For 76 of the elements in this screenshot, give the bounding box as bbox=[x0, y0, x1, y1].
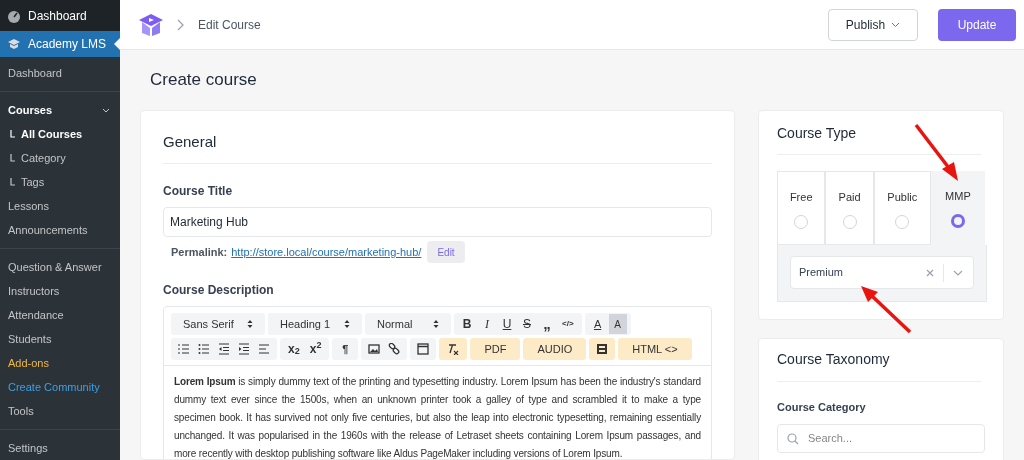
search-icon bbox=[787, 432, 799, 445]
format-dropdown[interactable]: Heading 1 bbox=[268, 313, 362, 335]
menu-item[interactable]: Category bbox=[0, 146, 120, 170]
radio-option[interactable]: Paid bbox=[825, 171, 874, 245]
card-title: Course Taxonomy bbox=[777, 350, 891, 369]
breadcrumb-text: Edit Course bbox=[198, 16, 261, 34]
toolbar-button[interactable]: A bbox=[588, 314, 607, 334]
field-label: Course Title bbox=[163, 183, 234, 200]
radio-option[interactable]: MMP bbox=[930, 171, 985, 245]
outdent-icon bbox=[218, 343, 230, 355]
menu-item[interactable]: Tags bbox=[0, 170, 120, 194]
align-left-icon bbox=[258, 343, 270, 355]
menu-item[interactable]: Lessons bbox=[0, 194, 120, 218]
menu-item[interactable]: Dashboard bbox=[0, 0, 120, 32]
search-field[interactable]: Search... bbox=[777, 423, 985, 453]
radio-button[interactable] bbox=[950, 213, 965, 228]
page-title: Create course bbox=[149, 69, 258, 91]
toolbar-button[interactable]: „ bbox=[538, 314, 556, 334]
menu-item[interactable]: Instructors bbox=[0, 279, 120, 303]
menu-item[interactable]: Settings bbox=[0, 436, 120, 460]
toolbar-button[interactable]: x$_{2}$ bbox=[284, 339, 304, 359]
toolbar-button[interactable]: </> bbox=[558, 314, 578, 334]
menu-item[interactable]: Question & Answer bbox=[0, 255, 120, 279]
numbered-list-icon bbox=[178, 343, 190, 355]
input-field[interactable]: Marketing Hub bbox=[163, 207, 712, 237]
menu-item[interactable]: Dashboard bbox=[0, 61, 120, 85]
menu-item[interactable]: Courses bbox=[0, 98, 120, 122]
card-title: General bbox=[163, 132, 218, 151]
permalink-label: Permalink: bbox=[171, 244, 228, 260]
radio-option[interactable]: Public bbox=[873, 171, 931, 245]
menu-item[interactable]: Students bbox=[0, 327, 120, 351]
rich-text-editor[interactable] bbox=[163, 306, 712, 459]
graduation-cap-icon bbox=[7, 38, 21, 51]
menu-item[interactable]: Add-ons bbox=[0, 351, 120, 375]
toolbar-button[interactable]: x$^{2}$ bbox=[305, 339, 326, 359]
publish-button[interactable]: Publish bbox=[828, 8, 918, 41]
bullet-list-icon bbox=[198, 343, 210, 355]
sort-icon bbox=[247, 319, 253, 329]
format-dropdown[interactable]: Normal bbox=[365, 313, 451, 335]
toolbar-button[interactable]: U bbox=[498, 314, 516, 334]
graduation-cap-icon bbox=[138, 12, 164, 37]
toolbar-button[interactable]: A bbox=[608, 314, 627, 334]
radio-option[interactable]: Free bbox=[777, 171, 826, 245]
menu-item[interactable]: Announcements bbox=[0, 218, 120, 242]
gauge-icon bbox=[7, 8, 21, 23]
table-icon bbox=[417, 343, 430, 355]
menu-item[interactable]: Create Community bbox=[0, 375, 120, 399]
annotation-arrow bbox=[858, 283, 914, 335]
film-icon bbox=[596, 343, 609, 355]
plan-select[interactable]: Premium bbox=[790, 256, 974, 289]
edit-button[interactable]: Edit bbox=[427, 241, 465, 263]
toolbar-button[interactable]: B bbox=[458, 314, 476, 334]
menu-item[interactable]: Academy LMS bbox=[0, 31, 120, 57]
menu-item[interactable]: Attendance bbox=[0, 303, 120, 327]
card-title: Course Type bbox=[777, 124, 858, 143]
format-dropdown[interactable]: Sans Serif bbox=[171, 313, 265, 335]
menu-item[interactable]: All Courses bbox=[0, 122, 120, 146]
link-icon bbox=[388, 343, 401, 355]
menu-item[interactable]: Tools bbox=[0, 399, 120, 423]
toolbar-button[interactable]: I bbox=[478, 314, 496, 334]
caret-icon bbox=[891, 21, 901, 28]
indent-icon bbox=[238, 343, 250, 355]
editor-text: Lorem Ipsum is simply dummy text of the printing and typesetting industry. Lorem Ipsum has been the industry's standard dummy text ever since the 1500s, when an unknown printer took a galley of type and scrambled it to make a type specimen book. It has survived not only five centuries, but also the leap into electronic typesetting, remaining essentially unchanged. It was popularised in the 1960s with the release of Letraset sheets containing Lorem Ipsum passages, and more recently with desktop publishing software like Aldus PageMaker including versions of Lorem Ipsum. bbox=[173, 375, 702, 459]
field-label: Course Category bbox=[777, 400, 867, 415]
sort-icon bbox=[344, 319, 350, 329]
toolbar-button[interactable]: S bbox=[518, 314, 536, 334]
image-icon bbox=[368, 343, 381, 355]
field-label: Course Description bbox=[163, 282, 275, 299]
sort-icon bbox=[433, 319, 439, 329]
clear-formatting-icon bbox=[446, 343, 461, 355]
chevron-down-icon bbox=[102, 107, 110, 113]
permalink-link[interactable]: http://store.local/course/marketing-hub/ bbox=[231, 243, 422, 261]
chevron-right-icon bbox=[176, 18, 184, 31]
clear-icon bbox=[926, 268, 934, 277]
update-button[interactable]: Update bbox=[938, 8, 1016, 41]
chevron-down-icon bbox=[953, 269, 963, 276]
